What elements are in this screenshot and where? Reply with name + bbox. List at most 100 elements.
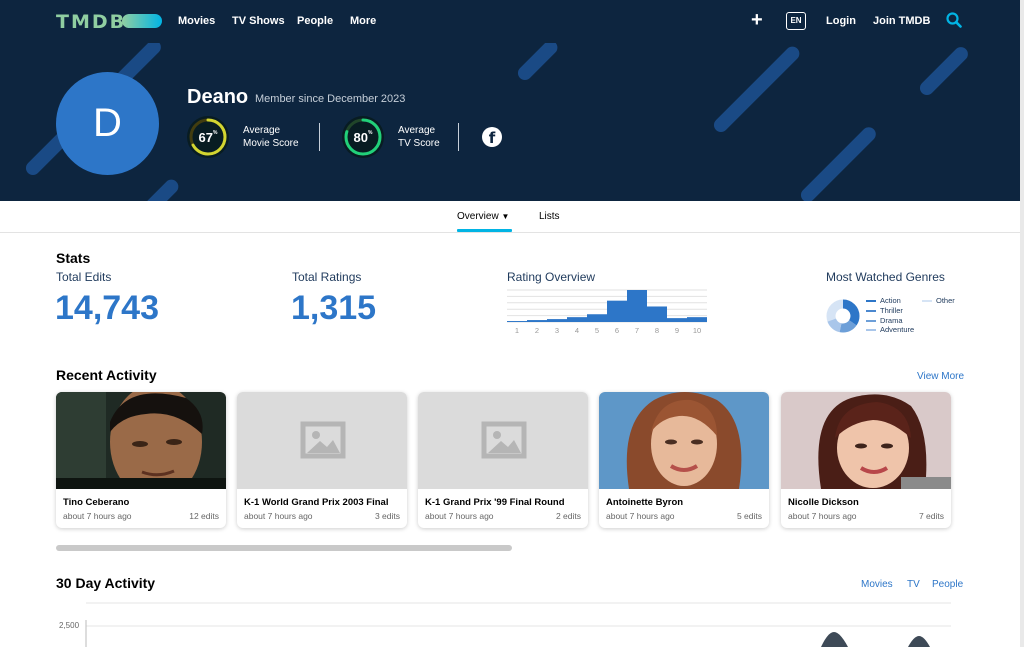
rating-bar-8 — [647, 306, 667, 322]
rating-tick-10: 10 — [693, 326, 701, 335]
tab-lists[interactable]: Lists — [539, 211, 560, 222]
card-edits: 3 edits — [374, 511, 400, 521]
rating-tick-6: 6 — [615, 326, 619, 335]
image-placeholder-icon — [237, 392, 407, 489]
active-tab-indicator — [457, 229, 512, 232]
card-title[interactable]: Nicolle Dickson — [788, 497, 859, 508]
total-edits-label: Total Edits — [56, 270, 112, 284]
facebook-icon[interactable]: f — [482, 127, 502, 147]
decor-stripe — [917, 44, 971, 98]
recent-activity-heading: Recent Activity — [56, 367, 157, 383]
decor-stripe — [515, 43, 561, 83]
total-ratings-label: Total Ratings — [292, 270, 362, 284]
tmdb-logo[interactable]: TMDB — [56, 11, 126, 33]
rating-bar-1 — [507, 321, 527, 322]
card-title[interactable]: Antoinette Byron — [606, 497, 683, 508]
nav-movies[interactable]: Movies — [178, 15, 215, 27]
rating-bar-5 — [587, 314, 607, 322]
card-edits: 12 edits — [189, 511, 219, 521]
decor-stripe — [143, 176, 182, 201]
genre-legend-item: Drama — [866, 316, 903, 325]
activity-card[interactable]: K-1 World Grand Prix 2003 Final about 7 … — [237, 392, 407, 528]
image-placeholder-icon — [418, 392, 588, 489]
person-photo — [56, 392, 226, 489]
page-scrollbar[interactable] — [1020, 0, 1024, 647]
total-edits-value: 14,743 — [55, 289, 159, 327]
y-axis-tick: 2,500 — [59, 621, 80, 630]
rating-bar-7 — [627, 290, 647, 322]
card-title[interactable]: Tino Ceberano — [63, 497, 129, 508]
nav-tv-shows[interactable]: TV Shows — [232, 15, 285, 27]
tv-score-ring: 80% — [342, 116, 384, 158]
chevron-down-icon: ▼ — [501, 212, 510, 221]
rating-bar-3 — [547, 319, 567, 322]
card-title[interactable]: K-1 World Grand Prix 2003 Final — [244, 497, 388, 508]
thirty-day-activity-heading: 30 Day Activity — [56, 575, 156, 591]
rating-tick-3: 3 — [555, 326, 559, 335]
genre-legend-item: Thriller — [866, 306, 903, 315]
top-nav: TMDB Movies TV Shows People More + EN Lo… — [0, 0, 1020, 43]
filter-tv[interactable]: TV — [907, 579, 920, 590]
card-edits: 2 edits — [555, 511, 581, 521]
card-time: about 7 hours ago — [244, 511, 313, 521]
person-photo — [781, 392, 951, 489]
activity-chart — [85, 602, 951, 647]
rating-tick-2: 2 — [535, 326, 539, 335]
nav-people[interactable]: People — [297, 15, 333, 27]
total-ratings-value: 1,315 — [291, 289, 377, 327]
decor-stripe — [711, 43, 803, 135]
activity-card[interactable]: Nicolle Dickson about 7 hours ago 7 edit… — [781, 392, 951, 528]
activity-card[interactable]: Antoinette Byron about 7 hours ago 5 edi… — [599, 392, 769, 528]
rating-bar-9 — [667, 318, 687, 322]
decor-stripe — [798, 124, 879, 201]
rating-overview-chart: 1 2 3 4 5 6 7 8 9 10 — [507, 289, 707, 335]
login-link[interactable]: Login — [826, 15, 856, 27]
rating-tick-9: 9 — [675, 326, 679, 335]
person-photo — [599, 392, 769, 489]
rating-bar-6 — [607, 300, 627, 322]
horizontal-scrollbar[interactable] — [56, 545, 512, 551]
card-time: about 7 hours ago — [425, 511, 494, 521]
card-time: about 7 hours ago — [788, 511, 857, 521]
rating-bar-2 — [527, 320, 547, 322]
card-time: about 7 hours ago — [606, 511, 675, 521]
rating-bar-4 — [567, 317, 587, 322]
card-title[interactable]: K-1 Grand Prix '99 Final Round — [425, 497, 565, 508]
tab-overview[interactable]: Overview ▼ — [457, 211, 509, 222]
movie-score-ring: 67% — [187, 116, 229, 158]
username[interactable]: Deano — [187, 86, 248, 109]
tv-score-value: 80 — [353, 129, 368, 145]
genre-donut-chart — [826, 299, 860, 333]
rating-overview-label: Rating Overview — [507, 270, 596, 284]
member-since: Member since December 2023 — [255, 93, 406, 105]
genre-legend-item: Action — [866, 296, 901, 305]
rating-tick-5: 5 — [595, 326, 599, 335]
activity-card[interactable]: Tino Ceberano about 7 hours ago 12 edits — [56, 392, 226, 528]
filter-movies[interactable]: Movies — [861, 579, 893, 590]
card-time: about 7 hours ago — [63, 511, 132, 521]
filter-people[interactable]: People — [932, 579, 963, 590]
most-watched-label: Most Watched Genres — [826, 270, 945, 284]
search-icon[interactable] — [946, 12, 962, 33]
avatar[interactable]: D — [56, 72, 159, 175]
rating-tick-7: 7 — [635, 326, 639, 335]
rating-tick-1: 1 — [515, 326, 519, 335]
plus-icon[interactable]: + — [751, 10, 763, 30]
activity-card[interactable]: K-1 Grand Prix '99 Final Round about 7 h… — [418, 392, 588, 528]
rating-tick-4: 4 — [575, 326, 579, 335]
stats-heading: Stats — [56, 250, 91, 266]
movie-score-value: 67 — [198, 129, 213, 145]
tv-score-unit: % — [368, 129, 373, 136]
tv-score-label: Average TV Score — [398, 125, 440, 149]
divider — [458, 123, 459, 151]
movie-score-label: Average Movie Score — [243, 125, 299, 149]
view-more-link[interactable]: View More — [917, 371, 964, 382]
divider — [319, 123, 320, 151]
genre-legend-item: Adventure — [866, 325, 914, 334]
genre-legend-item: Other — [922, 296, 955, 305]
card-edits: 7 edits — [918, 511, 944, 521]
rating-bar-10 — [687, 317, 707, 322]
nav-more[interactable]: More — [350, 15, 376, 27]
join-link[interactable]: Join TMDB — [873, 15, 930, 27]
language-button[interactable]: EN — [786, 12, 806, 30]
